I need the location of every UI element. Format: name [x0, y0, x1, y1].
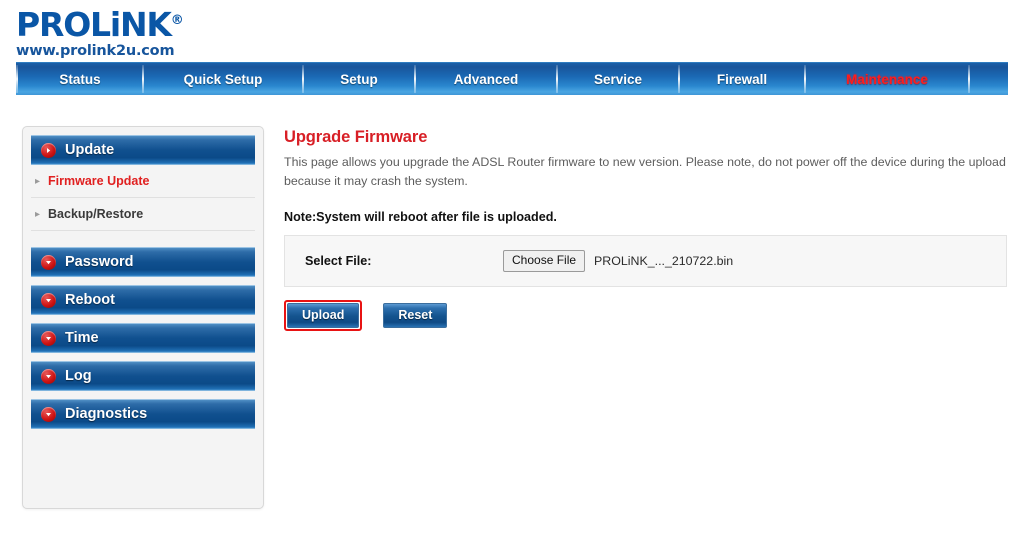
- chevron-down-badge-icon: [41, 254, 56, 270]
- chevron-right-icon: ▸: [35, 175, 41, 187]
- sidebar-item-backup-restore[interactable]: ▸ Backup/Restore: [31, 198, 255, 231]
- chevron-down-badge-icon: [41, 406, 56, 422]
- sidebar-section-log[interactable]: Log: [31, 361, 255, 391]
- selected-file-name: PROLiNK_..._210722.bin: [594, 254, 734, 268]
- select-file-label: Select File:: [305, 254, 372, 268]
- sidebar-section-diagnostics[interactable]: Diagnostics: [31, 399, 255, 429]
- chevron-down-badge-icon: [41, 368, 56, 384]
- select-file-row: Select File: Choose File PROLiNK_..._210…: [284, 235, 1007, 287]
- brand-logo: PROLiNK® www.prolink2u.com: [16, 4, 276, 60]
- page-note: Note:System will reboot after file is up…: [284, 210, 557, 224]
- nav-tab-quick-setup[interactable]: Quick Setup: [144, 63, 302, 95]
- arrow-right-badge-icon: [41, 142, 56, 158]
- page-description: This page allows you upgrade the ADSL Ro…: [284, 155, 1006, 188]
- nav-tab-maintenance[interactable]: Maintenance: [806, 63, 968, 95]
- sidebar-section-label: Log: [65, 368, 92, 384]
- chevron-down-badge-icon: [41, 330, 56, 346]
- brand-url: www.prolink2u.com: [16, 43, 175, 59]
- file-picker: Choose File PROLiNK_..._210722.bin: [503, 250, 733, 272]
- sidebar-section-reboot[interactable]: Reboot: [31, 285, 255, 315]
- nav-separator: [968, 65, 970, 93]
- brand-name: PROLiNK®: [16, 4, 276, 42]
- action-buttons: Upload Reset: [284, 300, 448, 331]
- brand-name-text: PROLiNK: [16, 5, 172, 44]
- upload-button-highlight: Upload: [284, 300, 363, 331]
- sidebar-item-firmware-update[interactable]: ▸ Firmware Update: [31, 165, 255, 198]
- sidebar-section-password[interactable]: Password: [31, 247, 255, 277]
- chevron-down-badge-icon: [41, 292, 56, 308]
- nav-tab-status[interactable]: Status: [18, 63, 142, 95]
- main-navigation-bar: Status Quick Setup Setup Advanced Servic…: [16, 62, 1008, 95]
- upload-button[interactable]: Upload: [287, 303, 360, 328]
- nav-tab-firewall[interactable]: Firewall: [680, 63, 804, 95]
- sidebar-section-label: Update: [65, 142, 115, 158]
- registered-mark-icon: ®: [170, 13, 184, 28]
- sidebar-section-update[interactable]: Update: [31, 135, 255, 165]
- sidebar: Update ▸ Firmware Update ▸ Backup/Restor…: [22, 126, 264, 509]
- sidebar-section-label: Time: [65, 330, 99, 346]
- nav-tab-service[interactable]: Service: [558, 63, 678, 95]
- sidebar-item-label: Firmware Update: [48, 174, 150, 188]
- sidebar-section-label: Reboot: [65, 292, 115, 308]
- sidebar-section-time[interactable]: Time: [31, 323, 255, 353]
- sidebar-section-label: Diagnostics: [65, 406, 148, 422]
- router-admin-page: PROLiNK® www.prolink2u.com Status Quick …: [0, 0, 1024, 545]
- sidebar-section-label: Password: [65, 254, 134, 270]
- chevron-right-icon: ▸: [35, 208, 41, 220]
- sidebar-item-label: Backup/Restore: [48, 207, 144, 221]
- page-title: Upgrade Firmware: [284, 128, 428, 146]
- nav-tab-setup[interactable]: Setup: [304, 63, 414, 95]
- reset-button[interactable]: Reset: [383, 303, 448, 328]
- main-content: Upgrade Firmware This page allows you up…: [284, 128, 1008, 331]
- choose-file-button[interactable]: Choose File: [503, 250, 586, 272]
- sidebar-subitem-list: ▸ Firmware Update ▸ Backup/Restore: [31, 165, 255, 231]
- nav-tab-advanced[interactable]: Advanced: [416, 63, 556, 95]
